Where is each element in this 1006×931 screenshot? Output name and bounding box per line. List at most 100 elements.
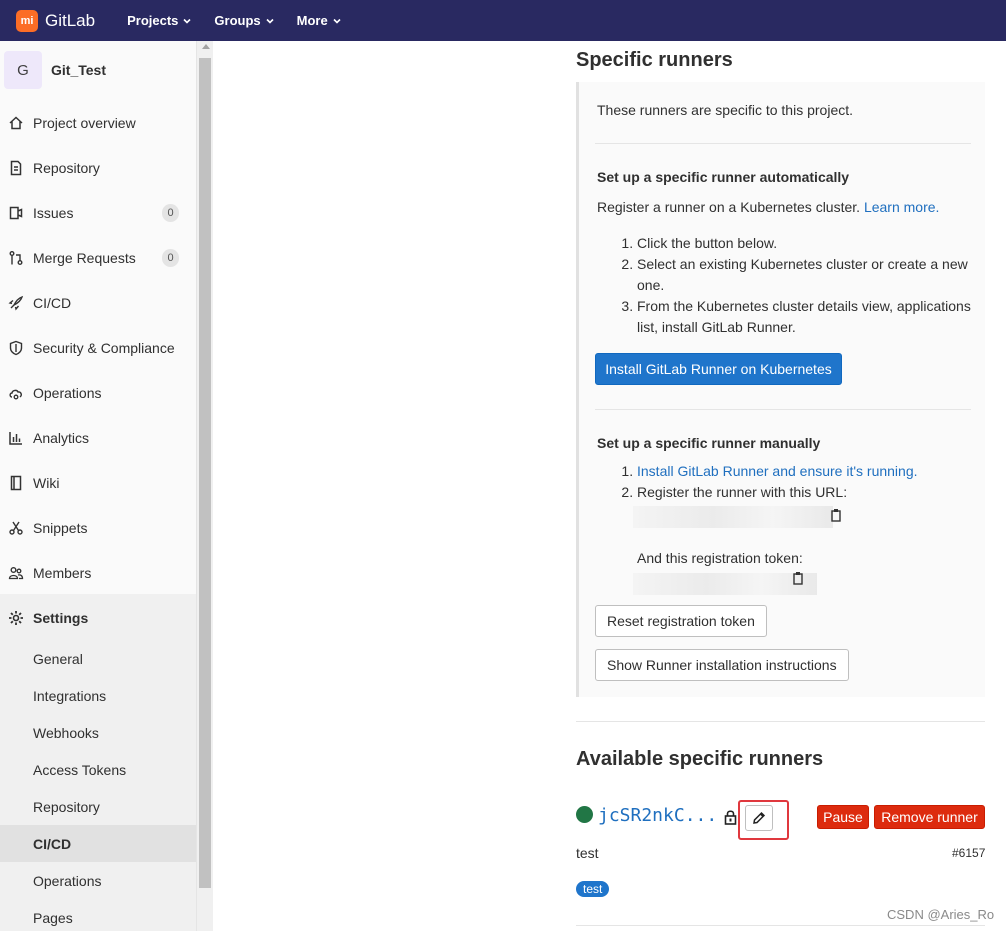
registration-token-label: And this registration token: bbox=[637, 550, 803, 566]
runner-id-link[interactable]: jcSR2nkC... bbox=[598, 805, 717, 826]
specific-runners-title: Specific runners bbox=[576, 49, 733, 71]
runner-status-indicator bbox=[576, 806, 593, 823]
top-navbar: mi GitLab Projects Groups More bbox=[0, 0, 1006, 41]
shield-icon bbox=[8, 340, 24, 356]
scissors-icon bbox=[8, 520, 24, 536]
registration-token-redacted bbox=[633, 573, 817, 595]
auto-setup-description: Register a runner on a Kubernetes cluste… bbox=[597, 199, 861, 215]
edit-runner-button[interactable] bbox=[745, 805, 773, 831]
auto-setup-heading: Set up a specific runner automatically bbox=[597, 169, 850, 185]
merge-requests-count-badge: 0 bbox=[162, 248, 179, 267]
sidebar-item-label: Repository bbox=[33, 159, 100, 176]
nav-projects[interactable]: Projects bbox=[127, 13, 191, 28]
sidebar-item-label: Wiki bbox=[33, 474, 60, 491]
project-avatar: G bbox=[4, 51, 42, 89]
project-name: Git_Test bbox=[51, 62, 106, 78]
sidebar-item-label: CI/CD bbox=[33, 294, 72, 311]
settings-sub-operations[interactable]: Operations bbox=[0, 862, 196, 899]
divider bbox=[595, 143, 971, 144]
sidebar-item-label: Analytics bbox=[33, 429, 90, 446]
manual-setup-steps: Install GitLab Runner and ensure it's ru… bbox=[637, 461, 971, 503]
specific-runners-panel: These runners are specific to this proje… bbox=[576, 82, 985, 697]
sidebar-item-label: Security & Compliance bbox=[33, 339, 175, 356]
reset-registration-token-button[interactable]: Reset registration token bbox=[595, 605, 767, 637]
sidebar-item-cicd[interactable]: CI/CD bbox=[0, 280, 196, 325]
specific-intro: These runners are specific to this proje… bbox=[597, 102, 854, 118]
chevron-down-icon bbox=[266, 18, 274, 24]
auto-step: From the Kubernetes cluster details view… bbox=[637, 296, 971, 338]
sidebar-item-label: Project overview bbox=[33, 114, 136, 131]
sidebar-item-security[interactable]: Security & Compliance bbox=[0, 325, 196, 370]
settings-sub-general[interactable]: General bbox=[0, 640, 196, 677]
sidebar-item-project-overview[interactable]: Project overview bbox=[0, 100, 196, 145]
divider bbox=[595, 409, 971, 410]
sidebar-item-snippets[interactable]: Snippets bbox=[0, 505, 196, 550]
sidebar-item-settings[interactable]: Settings bbox=[0, 595, 196, 640]
sidebar-item-operations[interactable]: Operations bbox=[0, 370, 196, 415]
copy-token-icon[interactable] bbox=[792, 571, 804, 585]
nav-more[interactable]: More bbox=[297, 13, 341, 28]
nav-groups[interactable]: Groups bbox=[214, 13, 274, 28]
learn-more-link[interactable]: Learn more. bbox=[864, 199, 939, 215]
settings-sub-integrations[interactable]: Integrations bbox=[0, 677, 196, 714]
sidebar-item-analytics[interactable]: Analytics bbox=[0, 415, 196, 460]
install-runner-link[interactable]: Install GitLab Runner and ensure it's ru… bbox=[637, 463, 918, 479]
chevron-down-icon bbox=[183, 18, 191, 24]
nav-groups-label: Groups bbox=[214, 13, 261, 28]
sidebar-item-merge-requests[interactable]: Merge Requests 0 bbox=[0, 235, 196, 280]
sidebar-item-wiki[interactable]: Wiki bbox=[0, 460, 196, 505]
divider bbox=[576, 721, 985, 722]
available-runners-title: Available specific runners bbox=[576, 748, 824, 770]
chevron-down-icon bbox=[333, 18, 341, 24]
document-icon bbox=[8, 160, 24, 176]
brand-name: GitLab bbox=[45, 10, 96, 30]
scroll-up-arrow-icon[interactable] bbox=[202, 44, 210, 49]
sidebar-item-issues[interactable]: Issues 0 bbox=[0, 190, 196, 235]
brand[interactable]: mi GitLab bbox=[16, 9, 96, 32]
manual-step: Install GitLab Runner and ensure it's ru… bbox=[637, 461, 971, 482]
install-runner-kubernetes-button[interactable]: Install GitLab Runner on Kubernetes bbox=[595, 353, 842, 385]
sidebar-item-label: Operations bbox=[33, 384, 102, 401]
remove-runner-button[interactable]: Remove runner bbox=[874, 805, 985, 829]
sidebar-item-label: Merge Requests bbox=[33, 249, 136, 266]
manual-step: Register the runner with this URL: bbox=[637, 482, 971, 503]
issues-icon bbox=[8, 205, 24, 221]
settings-sub-access-tokens[interactable]: Access Tokens bbox=[0, 751, 196, 788]
sidebar-item-repository[interactable]: Repository bbox=[0, 145, 196, 190]
runner-url-redacted bbox=[633, 506, 833, 528]
settings-sub-cicd[interactable]: CI/CD bbox=[0, 825, 196, 862]
merge-request-icon bbox=[8, 250, 24, 266]
lock-icon bbox=[724, 810, 737, 825]
chart-icon bbox=[8, 430, 24, 446]
nav-projects-label: Projects bbox=[127, 13, 179, 28]
issues-count-badge: 0 bbox=[162, 203, 179, 222]
pause-runner-button[interactable]: Pause bbox=[817, 805, 869, 829]
pencil-icon bbox=[753, 811, 766, 824]
auto-step: Select an existing Kubernetes cluster or… bbox=[637, 254, 971, 296]
gitlab-logo-icon: mi bbox=[16, 9, 38, 32]
rocket-icon bbox=[8, 295, 24, 311]
nav-more-label: More bbox=[296, 13, 328, 28]
sidebar-scrollbar-thumb[interactable] bbox=[199, 58, 211, 888]
project-header[interactable]: G Git_Test bbox=[0, 41, 196, 99]
settings-sub-webhooks[interactable]: Webhooks bbox=[0, 714, 196, 751]
sidebar-item-label: Settings bbox=[33, 609, 89, 626]
sidebar: G Git_Test Project overview Repository I… bbox=[0, 41, 197, 931]
divider bbox=[576, 925, 985, 926]
users-icon bbox=[8, 565, 24, 581]
show-runner-instructions-button[interactable]: Show Runner installation instructions bbox=[595, 649, 849, 681]
settings-sub-pages[interactable]: Pages bbox=[0, 899, 196, 931]
auto-setup-text: Register a runner on a Kubernetes cluste… bbox=[597, 199, 939, 215]
watermark: CSDN @Aries_Ro bbox=[887, 907, 995, 922]
home-icon bbox=[8, 115, 24, 131]
settings-sub-repository[interactable]: Repository bbox=[0, 788, 196, 825]
sidebar-item-members[interactable]: Members bbox=[0, 550, 196, 595]
runner-tag: test bbox=[576, 881, 610, 897]
sidebar-item-label: Issues bbox=[33, 204, 74, 221]
gear-icon bbox=[8, 610, 24, 626]
runner-description: test bbox=[576, 845, 599, 861]
copy-url-icon[interactable] bbox=[830, 508, 842, 522]
book-icon bbox=[8, 475, 24, 491]
sidebar-item-label: Members bbox=[33, 564, 92, 581]
manual-setup-heading: Set up a specific runner manually bbox=[597, 435, 821, 451]
